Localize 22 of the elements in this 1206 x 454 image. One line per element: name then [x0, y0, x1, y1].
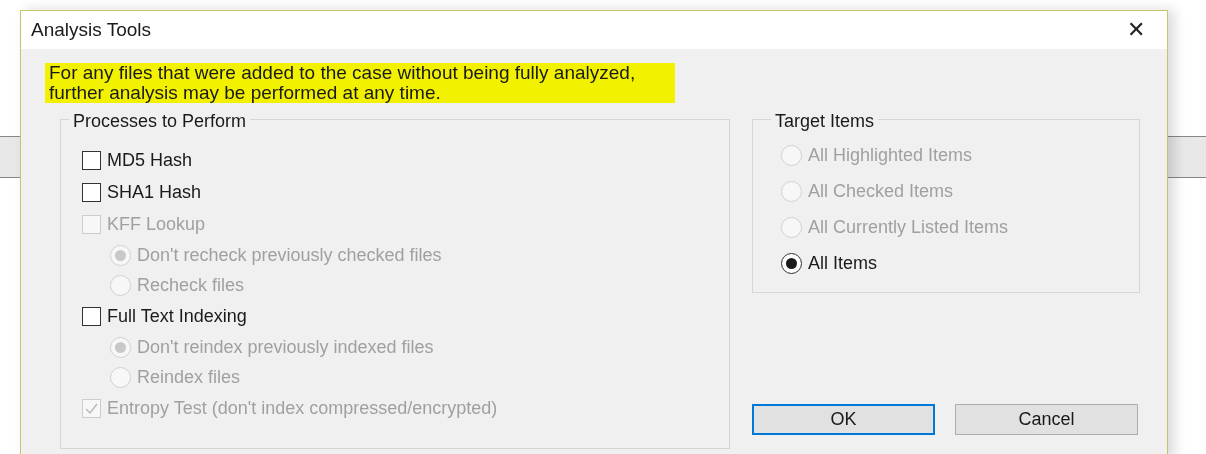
- checkbox[interactable]: [82, 182, 101, 202]
- checkbox-label: SHA1 Hash: [107, 180, 202, 204]
- radio-label: Reindex files: [137, 365, 241, 389]
- radio-label: All Checked Items: [808, 179, 954, 203]
- close-button[interactable]: ✕: [1127, 19, 1145, 41]
- checkbox-label: KFF Lookup: [107, 212, 206, 236]
- radio-label: All Currently Listed Items: [808, 215, 1009, 239]
- radio-label: All Highlighted Items: [808, 143, 973, 167]
- radio-label: All Items: [808, 251, 877, 275]
- checkbox-label: MD5 Hash: [107, 148, 193, 172]
- checkbox[interactable]: [82, 306, 101, 326]
- info-message: For any files that were added to the case without being fully analyzed, further analysis may be performed at any time.: [45, 63, 675, 103]
- window-title: Analysis Tools: [31, 17, 152, 42]
- dialog-button[interactable]: OK: [752, 404, 935, 435]
- radio-label: Don't recheck previously checked files: [137, 243, 442, 267]
- checkbox-label: Entropy Test (don't index compressed/encrypted): [107, 396, 498, 420]
- checkbox-label: Full Text Indexing: [107, 304, 247, 328]
- radio-button[interactable]: [781, 252, 802, 274]
- radio-label: Recheck files: [137, 273, 245, 297]
- dialog-button[interactable]: Cancel: [955, 404, 1138, 435]
- checkbox[interactable]: [82, 150, 101, 170]
- radio-label: Don't reindex previously indexed files: [137, 335, 434, 359]
